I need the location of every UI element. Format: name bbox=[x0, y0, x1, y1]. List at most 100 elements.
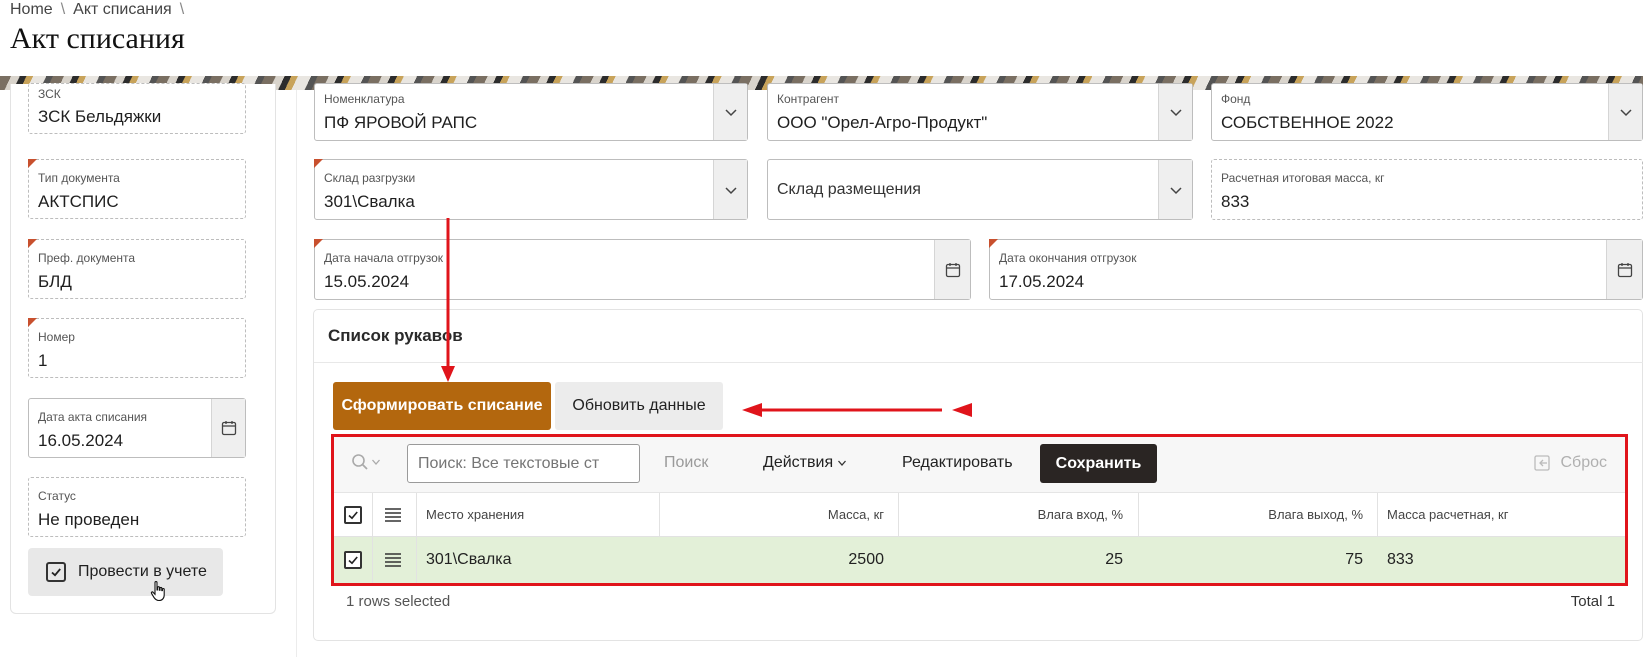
calc-mass-field[interactable]: Расчетная итоговая масса, кг 833 bbox=[1211, 159, 1643, 220]
column-header[interactable]: Масса расчетная, кг bbox=[1387, 493, 1509, 536]
row-select-cell[interactable] bbox=[344, 537, 362, 583]
status-field[interactable]: Статус Не проведен bbox=[28, 477, 246, 537]
counterparty-value: ООО "Орел-Агро-Продукт" bbox=[777, 113, 988, 132]
page: Home \ Акт списания \ Акт списания ЗСК З… bbox=[0, 0, 1643, 657]
nomenclature-value: ПФ ЯРОВОЙ РАПС bbox=[324, 113, 478, 132]
status-value: Не проведен bbox=[38, 510, 140, 529]
status-label: Статус bbox=[38, 489, 76, 503]
zsk-field[interactable]: ЗСК ЗСК Бельдяжки bbox=[28, 83, 246, 134]
menu-icon bbox=[385, 507, 401, 522]
doc-type-value: АКТСПИС bbox=[38, 192, 119, 211]
refresh-data-button[interactable]: Обновить данные bbox=[555, 382, 723, 430]
act-date-value: 16.05.2024 bbox=[38, 431, 124, 450]
act-date-calendar-button[interactable] bbox=[211, 399, 245, 457]
column-divider bbox=[898, 493, 899, 536]
fund-select[interactable]: Фонд СОБСТВЕННОЕ 2022 bbox=[1211, 83, 1643, 141]
edit-button[interactable]: Редактировать bbox=[902, 454, 1013, 472]
act-date-label: Дата акта списания bbox=[38, 410, 148, 424]
required-marker bbox=[28, 239, 37, 248]
number-field[interactable]: Номер 1 bbox=[28, 318, 246, 378]
calc-mass-value: 833 bbox=[1221, 192, 1250, 211]
checkbox-icon bbox=[46, 562, 66, 582]
breadcrumb-current[interactable]: Акт списания bbox=[73, 1, 172, 19]
fund-dropdown-button[interactable] bbox=[1608, 84, 1642, 140]
mass-cell[interactable]: 2500 bbox=[664, 537, 884, 583]
doc-prefix-field[interactable]: Преф. документа БЛД bbox=[28, 239, 246, 299]
column-divider bbox=[416, 493, 417, 536]
unload-storage-value: 301\Свалка bbox=[324, 192, 415, 211]
breadcrumb-home[interactable]: Home bbox=[10, 1, 53, 19]
breadcrumb-separator: \ bbox=[60, 1, 66, 18]
column-header[interactable]: Влага вход, % bbox=[904, 493, 1123, 536]
placement-storage-dropdown-button[interactable] bbox=[1158, 160, 1192, 219]
required-marker bbox=[989, 239, 998, 248]
chevron-down-icon bbox=[724, 186, 737, 194]
calendar-icon bbox=[221, 421, 236, 436]
reset-button[interactable]: Сброс bbox=[1534, 454, 1607, 472]
doc-type-field[interactable]: Тип документа АКТСПИС bbox=[28, 159, 246, 219]
grid-toolbar: Поиск Действия Редактировать Сохранить С… bbox=[334, 437, 1625, 493]
chevron-down-icon bbox=[1619, 109, 1632, 117]
checkbox-icon bbox=[344, 505, 362, 524]
counterparty-select[interactable]: Контрагент ООО "Орел-Агро-Продукт" bbox=[767, 83, 1193, 141]
ship-end-label: Дата окончания отгрузок bbox=[999, 251, 1137, 265]
nomenclature-select[interactable]: Номенклатура ПФ ЯРОВОЙ РАПС bbox=[314, 83, 748, 141]
column-header[interactable]: Масса, кг bbox=[664, 493, 884, 536]
column-header[interactable]: Место хранения bbox=[426, 493, 524, 536]
chevron-down-icon bbox=[1169, 186, 1182, 194]
save-button[interactable]: Сохранить bbox=[1040, 444, 1157, 483]
column-divider bbox=[372, 537, 373, 583]
reset-label: Сброс bbox=[1560, 454, 1607, 471]
nomenclature-dropdown-button[interactable] bbox=[713, 84, 747, 140]
storage-cell[interactable]: 301\Свалка bbox=[426, 537, 512, 583]
rows-total-count: Total 1 bbox=[1570, 593, 1615, 610]
calc-mass-cell[interactable]: 833 bbox=[1387, 537, 1414, 583]
column-header[interactable]: Влага выход, % bbox=[1144, 493, 1363, 536]
ship-end-date-field[interactable]: Дата окончания отгрузок 17.05.2024 bbox=[989, 239, 1643, 300]
fund-value: СОБСТВЕННОЕ 2022 bbox=[1221, 113, 1394, 132]
required-marker bbox=[28, 318, 37, 327]
doc-type-label: Тип документа bbox=[38, 171, 120, 185]
calc-mass-label: Расчетная итоговая масса, кг bbox=[1221, 171, 1385, 185]
ship-start-date-field[interactable]: Дата начала отгрузок 15.05.2024 bbox=[314, 239, 971, 300]
select-all-cell[interactable] bbox=[344, 493, 362, 536]
grid-header-row: Место хранения Масса, кг Влага вход, % В… bbox=[334, 493, 1625, 537]
breadcrumb: Home \ Акт списания \ bbox=[10, 1, 184, 19]
chevron-down-icon bbox=[838, 460, 847, 466]
search-icon bbox=[352, 454, 368, 470]
act-date-field[interactable]: Дата акта списания 16.05.2024 bbox=[28, 398, 246, 458]
unload-storage-dropdown-button[interactable] bbox=[713, 160, 747, 219]
unload-storage-select[interactable]: Склад разгрузки 301\Свалка bbox=[314, 159, 748, 220]
fund-label: Фонд bbox=[1221, 92, 1251, 106]
hand-cursor-icon bbox=[150, 581, 165, 602]
ship-start-calendar-button[interactable] bbox=[934, 240, 970, 299]
row-actions-button[interactable] bbox=[384, 537, 402, 583]
chevron-down-icon bbox=[724, 109, 737, 117]
region-title: Список рукавов bbox=[328, 326, 463, 345]
row-actions-header[interactable] bbox=[384, 493, 402, 536]
search-column-selector[interactable] bbox=[351, 453, 381, 471]
moisture-in-cell[interactable]: 25 bbox=[904, 537, 1123, 583]
calendar-icon bbox=[945, 262, 960, 277]
nomenclature-label: Номенклатура bbox=[324, 92, 405, 106]
post-to-accounting-button[interactable]: Провести в учете bbox=[28, 548, 223, 596]
moisture-out-cell[interactable]: 75 bbox=[1144, 537, 1363, 583]
grid-search-go-button[interactable]: Поиск bbox=[664, 454, 708, 472]
number-value: 1 bbox=[38, 351, 48, 370]
table-row[interactable]: 301\Свалка 2500 25 75 833 bbox=[334, 537, 1625, 583]
ship-end-calendar-button[interactable] bbox=[1606, 240, 1642, 299]
column-divider bbox=[659, 493, 660, 536]
placement-storage-select[interactable]: Склад размещения bbox=[767, 159, 1193, 220]
rows-selected-count: 1 rows selected bbox=[346, 593, 451, 610]
counterparty-dropdown-button[interactable] bbox=[1158, 84, 1192, 140]
actions-menu-label: Действия bbox=[763, 454, 834, 471]
actions-menu-button[interactable]: Действия bbox=[763, 454, 847, 472]
ship-start-label: Дата начала отгрузок bbox=[324, 251, 443, 265]
sleeves-grid: Поиск Действия Редактировать Сохранить С… bbox=[331, 434, 1628, 586]
menu-icon bbox=[385, 553, 401, 567]
grid-search-input[interactable] bbox=[407, 444, 640, 483]
ship-end-value: 17.05.2024 bbox=[999, 272, 1085, 291]
doc-prefix-label: Преф. документа bbox=[38, 251, 136, 265]
form-write-off-button[interactable]: Сформировать списание bbox=[333, 382, 551, 430]
counterparty-label: Контрагент bbox=[777, 92, 840, 106]
